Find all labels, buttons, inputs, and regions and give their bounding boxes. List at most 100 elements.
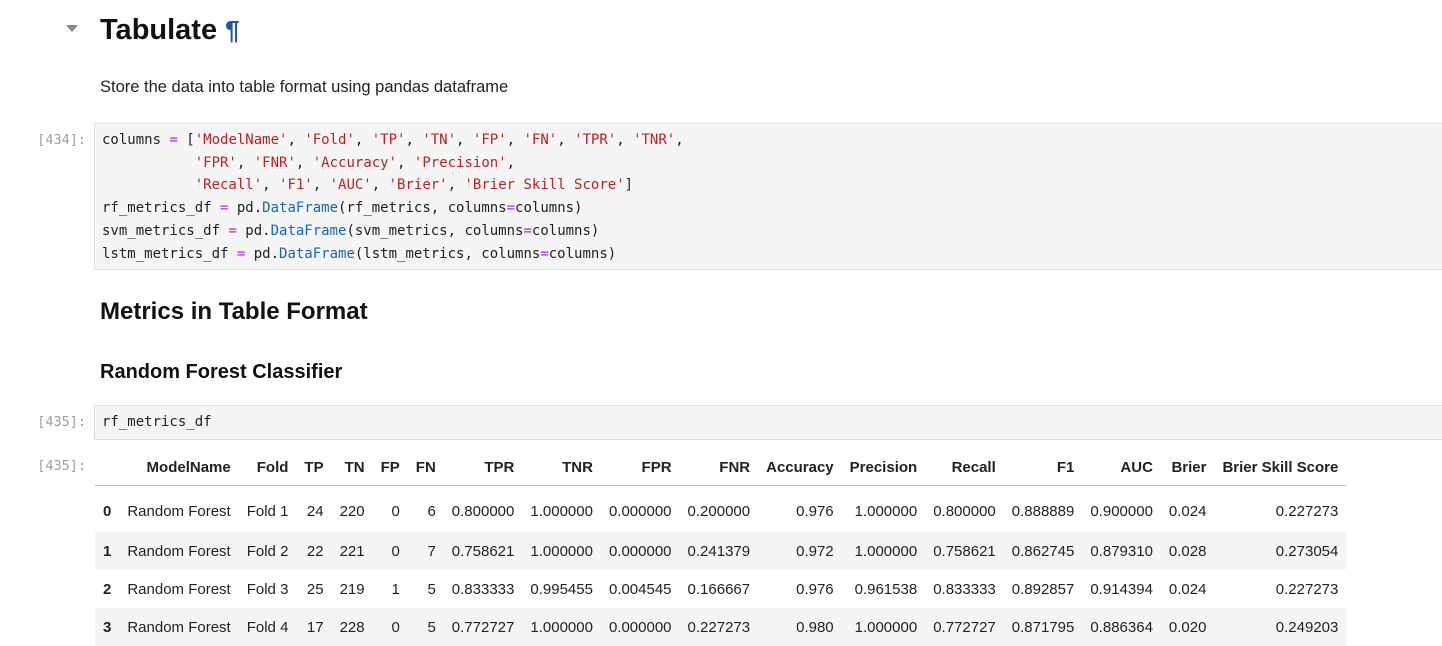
column-header: Brier Skill Score bbox=[1214, 450, 1346, 486]
table-cell: Random Forest bbox=[119, 486, 238, 533]
table-cell: 0.024 bbox=[1161, 570, 1215, 608]
dataframe-table: ModelNameFoldTPTNFPFNTPRTNRFPRFNRAccurac… bbox=[95, 450, 1346, 646]
table-body: 0Random ForestFold 124220060.8000001.000… bbox=[95, 486, 1346, 646]
code-token: 'Fold' bbox=[304, 132, 355, 148]
table-cell: 17 bbox=[296, 608, 331, 646]
code-token: , bbox=[397, 155, 414, 171]
column-header: FPR bbox=[601, 450, 680, 486]
table-cell: 0.004545 bbox=[601, 570, 680, 608]
code-token: 'FN' bbox=[523, 132, 557, 148]
code-token: 'FPR' bbox=[195, 155, 237, 171]
column-header: ModelName bbox=[119, 450, 238, 486]
table-cell: 1.000000 bbox=[842, 532, 926, 570]
code-token: (svm_metrics, columns bbox=[346, 223, 523, 239]
table-cell: Random Forest bbox=[119, 570, 238, 608]
table-cell: 0.249203 bbox=[1214, 608, 1346, 646]
table-cell: 5 bbox=[408, 608, 444, 646]
column-header: TP bbox=[296, 450, 331, 486]
table-cell: 0.772727 bbox=[444, 608, 523, 646]
code-token: 'Brier Skill Score' bbox=[464, 177, 624, 193]
code-token: , bbox=[507, 155, 515, 171]
code-token: lstm_metrics_df bbox=[102, 246, 237, 262]
code-token bbox=[102, 177, 195, 193]
code-editor-434[interactable]: columns = ['ModelName', 'Fold', 'TP', 'T… bbox=[95, 124, 1442, 270]
row-index: 0 bbox=[95, 486, 119, 533]
table-cell: 0.888889 bbox=[1004, 486, 1083, 533]
code-token: columns) bbox=[549, 246, 616, 262]
code-token: 'F1' bbox=[279, 177, 313, 193]
code-token: 'ModelName' bbox=[195, 132, 288, 148]
code-token: 'Brier' bbox=[389, 177, 448, 193]
code-token: (rf_metrics, columns bbox=[338, 200, 507, 216]
row-index: 3 bbox=[95, 608, 119, 646]
code-cell-434[interactable]: columns = ['ModelName', 'Fold', 'TP', 'T… bbox=[94, 123, 1442, 270]
code-token: , bbox=[675, 132, 683, 148]
code-token: = bbox=[523, 223, 531, 239]
column-header: FN bbox=[408, 450, 444, 486]
table-cell: 1.000000 bbox=[842, 608, 926, 646]
table-cell: 5 bbox=[408, 570, 444, 608]
subsection-heading-random-forest: Random Forest Classifier bbox=[100, 361, 342, 384]
table-cell: 1.000000 bbox=[522, 486, 601, 533]
table-cell: 24 bbox=[296, 486, 331, 533]
table-cell: 1.000000 bbox=[842, 486, 926, 533]
table-cell: 0 bbox=[373, 532, 408, 570]
input-prompt-435: [435]: bbox=[0, 414, 86, 430]
intro-paragraph: Store the data into table format using p… bbox=[100, 78, 508, 97]
code-editor-435[interactable]: rf_metrics_df bbox=[95, 406, 1442, 439]
table-cell: Fold 4 bbox=[239, 608, 297, 646]
column-header: FNR bbox=[680, 450, 759, 486]
index-header bbox=[95, 450, 119, 486]
table-cell: 0.227273 bbox=[1214, 570, 1346, 608]
table-cell: 0.871795 bbox=[1004, 608, 1083, 646]
code-token: 'TP' bbox=[372, 132, 406, 148]
code-token: columns) bbox=[532, 223, 599, 239]
code-token: , bbox=[405, 132, 422, 148]
table-cell: 0.024 bbox=[1161, 486, 1215, 533]
row-index: 2 bbox=[95, 570, 119, 608]
code-token: 'AUC' bbox=[330, 177, 372, 193]
table-cell: 0.961538 bbox=[842, 570, 926, 608]
heading-text: Tabulate bbox=[100, 14, 217, 46]
code-token: , bbox=[372, 177, 389, 193]
table-row: 0Random ForestFold 124220060.8000001.000… bbox=[95, 486, 1346, 533]
code-token: , bbox=[355, 132, 372, 148]
table-cell: 0.758621 bbox=[925, 532, 1004, 570]
code-cell-435[interactable]: rf_metrics_df bbox=[94, 405, 1442, 440]
table-cell: 220 bbox=[332, 486, 373, 533]
table-header-row: ModelNameFoldTPTNFPFNTPRTNRFPRFNRAccurac… bbox=[95, 450, 1346, 486]
code-token: columns) bbox=[515, 200, 582, 216]
table-cell: 0.833333 bbox=[444, 570, 523, 608]
code-token: 'TNR' bbox=[633, 132, 675, 148]
table-cell: 6 bbox=[408, 486, 444, 533]
code-token: , bbox=[507, 132, 524, 148]
table-cell: Fold 1 bbox=[239, 486, 297, 533]
code-token: 'Recall' bbox=[195, 177, 262, 193]
code-token: [ bbox=[178, 132, 195, 148]
code-token bbox=[102, 155, 195, 171]
code-token: = bbox=[169, 132, 177, 148]
code-token: pd. bbox=[245, 246, 279, 262]
table-row: 3Random ForestFold 417228050.7727271.000… bbox=[95, 608, 1346, 646]
code-token: ] bbox=[625, 177, 633, 193]
table-cell: 221 bbox=[332, 532, 373, 570]
table-cell: 0 bbox=[373, 486, 408, 533]
code-token: 'TN' bbox=[422, 132, 456, 148]
table-cell: 1.000000 bbox=[522, 532, 601, 570]
table-cell: 0.976 bbox=[758, 570, 842, 608]
table-cell: 0 bbox=[373, 608, 408, 646]
table-cell: 0.000000 bbox=[601, 486, 680, 533]
code-token: , bbox=[313, 177, 330, 193]
table-cell: 1.000000 bbox=[522, 608, 601, 646]
column-header: Precision bbox=[842, 450, 926, 486]
collapse-caret-icon[interactable] bbox=[66, 25, 78, 32]
column-header: AUC bbox=[1082, 450, 1161, 486]
table-cell: 0.273054 bbox=[1214, 532, 1346, 570]
table-cell: 219 bbox=[332, 570, 373, 608]
anchor-link-icon[interactable]: ¶ bbox=[225, 15, 239, 45]
table-cell: 0.000000 bbox=[601, 608, 680, 646]
column-header: Accuracy bbox=[758, 450, 842, 486]
column-header: Recall bbox=[925, 450, 1004, 486]
table-cell: 1 bbox=[373, 570, 408, 608]
table-cell: 0.900000 bbox=[1082, 486, 1161, 533]
